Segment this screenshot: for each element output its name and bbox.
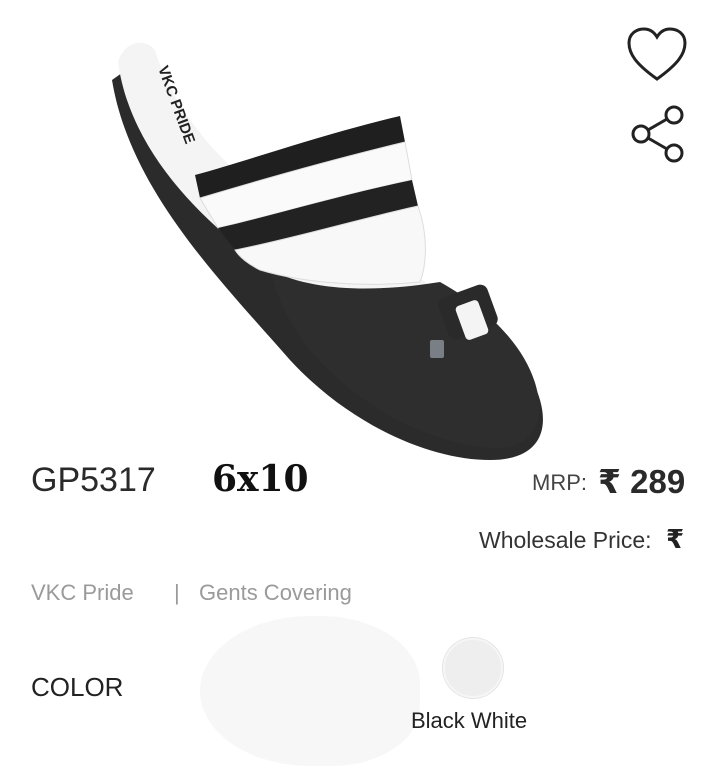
- product-image: VKC PRIDE: [112, 42, 543, 460]
- product-code: GP5317: [31, 461, 156, 499]
- pack-size: 6x10: [212, 458, 309, 500]
- breadcrumb-separator: |: [174, 580, 180, 605]
- share-icon[interactable]: [628, 104, 688, 164]
- brand-name: VKC Pride: [31, 580, 134, 605]
- heart-icon[interactable]: [626, 26, 688, 84]
- background-shape: [200, 616, 420, 766]
- wholesale-price-label: Wholesale Price:: [479, 527, 652, 553]
- color-swatch-label: Black White: [411, 708, 528, 733]
- mrp-value: ₹ 289: [598, 463, 686, 500]
- color-swatch[interactable]: [443, 638, 503, 698]
- color-heading: COLOR: [31, 672, 124, 702]
- category-name: Gents Covering: [199, 580, 352, 605]
- mrp-label: MRP:: [532, 470, 587, 495]
- wholesale-price-value: ₹: [666, 524, 685, 554]
